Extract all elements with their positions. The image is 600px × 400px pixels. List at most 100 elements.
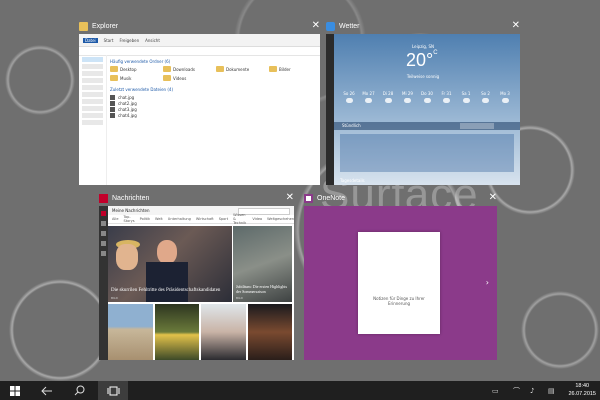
category-tab[interactable]: Video: [252, 217, 262, 221]
category-tab[interactable]: Politik: [140, 217, 150, 221]
folder-icon: [163, 75, 171, 81]
cloud-icon: [384, 98, 392, 103]
back-button[interactable]: [32, 381, 62, 400]
story-tile[interactable]: [108, 304, 153, 360]
news-titlebar: Nachrichten: [99, 191, 149, 205]
onenote-window[interactable]: OneNote ✕ Notizen für Dinge zu Ihrer Eri…: [304, 192, 497, 360]
lead-source: BILD: [111, 296, 118, 300]
weather-sidebar: [326, 34, 334, 185]
folder-item[interactable]: Musik: [110, 75, 157, 81]
explorer-title: Explorer: [92, 22, 119, 30]
search-button[interactable]: [64, 381, 94, 400]
back-arrow-icon: [41, 386, 52, 395]
category-tab[interactable]: Weltgeschehen: [267, 217, 294, 221]
forecast-day[interactable]: Mo 3: [496, 91, 514, 105]
volume-icon[interactable]: ♪: [530, 381, 534, 400]
folder-item[interactable]: Downloads: [163, 66, 210, 72]
ribbon-tab[interactable]: Ansicht: [145, 38, 160, 43]
folder-icon: [110, 75, 118, 81]
folder-icon: [110, 66, 118, 72]
explorer-ribbon: Datei Start Freigeben Ansicht: [79, 34, 320, 47]
story-tile[interactable]: [247, 304, 292, 360]
lead-headline: Die skurrilen Fehltritte des Präsidentsc…: [111, 288, 221, 293]
explorer-content: Häufig verwendete Ordner (6) Desktop Dow…: [110, 57, 316, 185]
task-view-icon: [107, 386, 119, 395]
folder-icon: [216, 66, 224, 72]
story-tile[interactable]: [154, 304, 199, 360]
battery-icon[interactable]: ▭: [492, 381, 499, 400]
cloud-icon: [404, 98, 411, 103]
forecast-day[interactable]: Do 30: [418, 91, 436, 105]
onenote-app-icon: [304, 193, 313, 203]
image-file-icon: [110, 100, 115, 106]
news-sidebar: [99, 206, 108, 360]
address-bar[interactable]: [79, 47, 320, 56]
story-tile[interactable]: [201, 304, 246, 360]
explorer-titlebar: Explorer: [79, 19, 118, 33]
chevron-right-icon[interactable]: ›: [486, 278, 489, 287]
side-headline: Jubiläum: Die ersten Highlights der Somm…: [236, 284, 287, 294]
cloud-icon: [365, 98, 372, 103]
folder-item[interactable]: Bilder: [269, 66, 316, 72]
forecast-day[interactable]: Sa 1: [457, 91, 475, 105]
forecast-days: So 26 Mo 27 Di 28 Mi 29 Do 30 Fr 31 Sa 1…: [340, 91, 514, 105]
task-view-button[interactable]: [98, 381, 128, 400]
forecast-day[interactable]: Mi 29: [399, 91, 417, 105]
hourly-bar[interactable]: Stündlich: [334, 122, 520, 130]
section-recent-files: Zuletzt verwendete Dateien (4): [110, 87, 174, 92]
category-tab[interactable]: Unterhaltung: [168, 217, 191, 221]
category-tab[interactable]: Alle: [112, 217, 119, 221]
explorer-window[interactable]: Explorer ✕ Datei Start Freigeben Ansicht…: [79, 20, 320, 185]
weather-title: Wetter: [339, 22, 360, 30]
forecast-day[interactable]: So 26: [340, 91, 358, 105]
taskbar: ▭ ⌒ ♪ ▤ 18:40 26.07.2015: [0, 381, 600, 400]
news-categories: Alle Top-Storys Politik Welt Unterhaltun…: [108, 213, 294, 225]
category-tab[interactable]: Wirtschaft: [196, 217, 214, 221]
side-story[interactable]: Jubiläum: Die ersten Highlights der Somm…: [233, 226, 292, 302]
close-icon[interactable]: ✕: [312, 19, 320, 33]
onenote-page-preview[interactable]: Notizen für Dinge zu Ihrer Erinnerung: [358, 232, 440, 334]
close-icon[interactable]: ✕: [286, 191, 294, 205]
day-details-label[interactable]: Tagesdetails: [340, 178, 365, 183]
cloud-icon: [443, 98, 450, 103]
category-tab[interactable]: Wissen & Technik: [233, 213, 247, 225]
sun-icon: [326, 21, 335, 31]
forecast-day[interactable]: So 2: [477, 91, 495, 105]
navigation-pane: [79, 55, 107, 185]
forecast-day[interactable]: Di 28: [379, 91, 397, 105]
weather-temperature: 20°C: [406, 50, 438, 70]
forecast-day[interactable]: Fr 31: [438, 91, 456, 105]
file-row[interactable]: chat4.jpg: [110, 112, 316, 118]
close-icon[interactable]: ✕: [512, 19, 520, 33]
news-window[interactable]: Nachrichten ✕ Meine Nachrichten Alle Top…: [99, 192, 294, 360]
weather-titlebar: Wetter: [326, 19, 360, 33]
side-source: BILD: [236, 296, 243, 300]
folder-item[interactable]: Desktop: [110, 66, 157, 72]
news-header: Meine Nachrichten: [108, 206, 294, 215]
clock-time: 18:40: [575, 383, 590, 389]
folder-item[interactable]: Dokumente: [216, 66, 263, 72]
image-file-icon: [110, 106, 115, 112]
hourly-chart: [340, 134, 514, 172]
weather-window[interactable]: Wetter ✕ Leipzig, SN 20°C Teilweise sonn…: [326, 20, 520, 185]
news-app-icon: [99, 193, 108, 203]
search-icon: [74, 385, 84, 396]
folder-icon: [79, 21, 88, 31]
ribbon-tab[interactable]: Start: [104, 38, 114, 43]
system-clock[interactable]: 18:40 26.07.2015: [568, 383, 596, 398]
category-tab[interactable]: Welt: [155, 217, 163, 221]
ribbon-tab[interactable]: Freigeben: [119, 38, 139, 43]
forecast-day[interactable]: Mo 27: [360, 91, 378, 105]
lead-story[interactable]: Die skurrilen Fehltritte des Präsidentsc…: [108, 226, 232, 302]
category-tab[interactable]: Sport: [219, 217, 228, 221]
story-tiles: [108, 304, 292, 360]
weather-condition: Teilweise sonnig: [406, 74, 440, 79]
close-icon[interactable]: ✕: [489, 191, 497, 205]
wifi-icon[interactable]: ⌒: [513, 381, 520, 400]
folder-item[interactable]: Videos: [163, 75, 210, 81]
start-button[interactable]: [0, 381, 30, 400]
category-tab[interactable]: Top-Storys: [124, 215, 135, 223]
notification-icon[interactable]: ▤: [548, 381, 555, 400]
ribbon-tab[interactable]: Datei: [83, 37, 98, 43]
folder-icon: [163, 66, 171, 72]
